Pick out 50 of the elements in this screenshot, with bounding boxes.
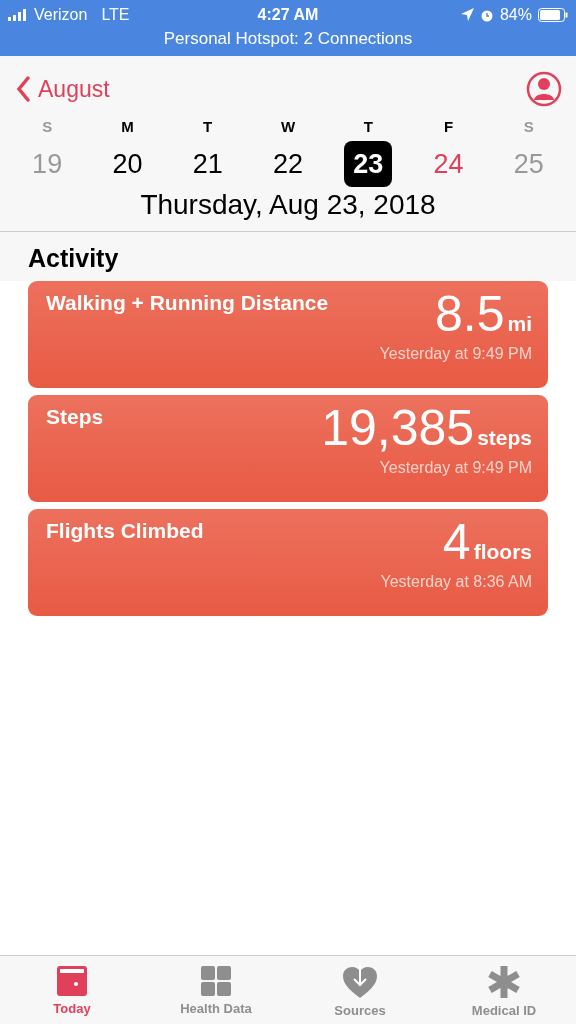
back-button[interactable]: August	[16, 75, 110, 103]
clock-time: 4:27 AM	[257, 5, 319, 24]
metric-unit: mi	[507, 312, 532, 336]
chevron-left-icon	[16, 76, 30, 102]
calendar-day[interactable]: 23	[344, 141, 393, 187]
battery-percent: 84%	[499, 5, 532, 24]
calendar-day[interactable]: 25	[504, 141, 553, 187]
tab-bar-item[interactable]: Health Data	[144, 956, 288, 1024]
location-arrow-icon	[460, 8, 474, 21]
hotspot-banner[interactable]: Personal Hotspot: 2 Connections	[0, 29, 576, 49]
card-title: Steps	[46, 405, 104, 429]
activity-card[interactable]: Steps 19,385 steps Yesterday at 9:49 PM	[28, 395, 548, 502]
calendar-icon	[56, 965, 88, 997]
section-heading: Activity	[0, 232, 576, 281]
metric-value: 19,385	[321, 403, 475, 453]
grid-icon	[200, 965, 232, 997]
timestamp: Yesterday at 9:49 PM	[379, 459, 532, 477]
metric-unit: steps	[477, 426, 532, 450]
activity-card[interactable]: Walking + Running Distance 8.5 mi Yesterday at 9:49 PM	[28, 281, 548, 388]
activity-card[interactable]: Flights Climbed 4 floors Yesterday at 8:36 AM	[28, 509, 548, 616]
calendar-day[interactable]: 20	[103, 141, 152, 187]
metric-value: 4	[442, 517, 471, 567]
weekday-letter: M	[121, 118, 134, 135]
calendar-day[interactable]: 21	[183, 141, 232, 187]
timestamp: Yesterday at 8:36 AM	[380, 573, 532, 591]
heart-download-icon	[342, 965, 378, 999]
tab-bar-item[interactable]: Medical ID	[432, 956, 576, 1024]
battery-icon	[538, 7, 568, 22]
timestamp: Yesterday at 9:49 PM	[379, 345, 532, 363]
weekday-letter: F	[443, 118, 454, 135]
weekday-letter: T	[203, 118, 213, 135]
card-title: Walking + Running Distance	[46, 291, 329, 315]
calendar-day[interactable]: 24	[424, 141, 473, 187]
network-type: LTE	[101, 5, 130, 24]
calendar-day[interactable]: 22	[264, 141, 312, 187]
weekday-letter: T	[363, 118, 373, 135]
asterisk-icon	[487, 965, 521, 999]
weekday-letter: S	[42, 118, 53, 135]
calendar-day[interactable]: 19	[23, 141, 72, 187]
metric-unit: floors	[473, 540, 532, 564]
tab-bar-item[interactable]: Sources	[288, 956, 432, 1024]
tab-bar-item[interactable]: Today	[0, 956, 144, 1024]
carrier-name: Verizon	[34, 5, 88, 24]
weekday-letter: W	[280, 118, 296, 135]
metric-value: 8.5	[434, 289, 505, 339]
selected-date: Thursday, Aug 23, 2018	[139, 189, 437, 221]
signal-icon	[8, 8, 28, 21]
card-title: Flights Climbed	[46, 519, 204, 543]
profile-icon[interactable]	[526, 71, 562, 107]
weekday-letter: S	[523, 118, 534, 135]
